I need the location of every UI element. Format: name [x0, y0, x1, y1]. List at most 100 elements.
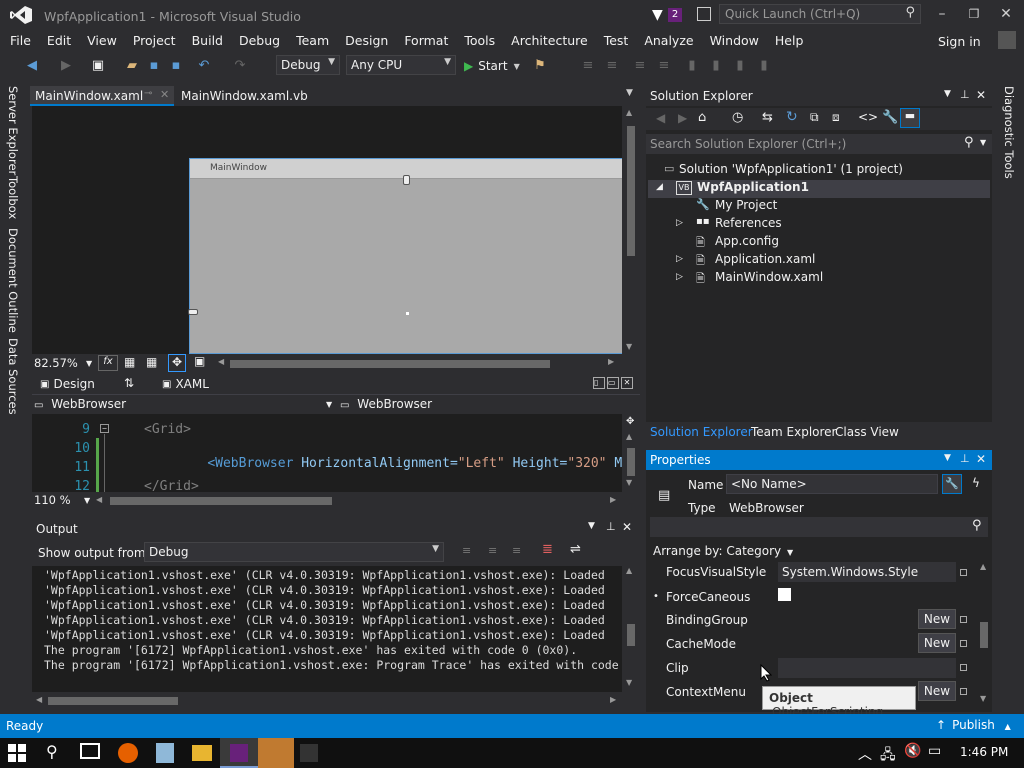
notification-flag-icon[interactable]: ▼	[652, 7, 666, 23]
output-hscroll[interactable]: ◀ ▶	[32, 692, 622, 710]
menu-tools[interactable]: Tools	[456, 30, 503, 48]
menu-help[interactable]: Help	[767, 30, 812, 48]
step-over-icon[interactable]: ≡	[604, 57, 620, 73]
browser-link-icon[interactable]: ⚑	[532, 57, 548, 73]
properties-search-input[interactable]: ⚲	[650, 517, 988, 537]
split-editor-icon[interactable]: ✥	[626, 416, 634, 427]
advanced-options-marker[interactable]	[960, 616, 967, 623]
diagnostic-tools-tab[interactable]: Diagnostic Tools	[1002, 86, 1016, 179]
start-windows-icon[interactable]	[8, 744, 26, 762]
design-surface[interactable]: MainWindow	[32, 106, 622, 354]
snap-lines-icon[interactable]: ✥	[168, 354, 186, 372]
hscroll-left-icon[interactable]: ◀	[96, 495, 102, 504]
configuration-dropdown[interactable]: Debug ▼	[276, 55, 340, 75]
properties-wrench-icon[interactable]: 🔧	[882, 110, 898, 125]
scroll-thumb[interactable]	[48, 697, 178, 705]
scroll-thumb[interactable]	[627, 126, 635, 256]
network-icon[interactable]: 🖧	[880, 744, 896, 768]
preview-selected-icon[interactable]: ▬	[900, 108, 920, 128]
save-all-icon[interactable]: ▪	[168, 57, 184, 73]
tab-xaml[interactable]: ▣ XAML	[162, 376, 209, 392]
maximize-button[interactable]: ❐	[962, 4, 986, 24]
menu-build[interactable]: Build	[184, 30, 231, 48]
close-icon[interactable]: ✕	[160, 88, 169, 101]
resize-handle-top[interactable]	[403, 175, 410, 185]
back-icon[interactable]: ◀	[656, 111, 665, 125]
app-task-icon[interactable]	[258, 738, 294, 768]
bookmark-icon[interactable]: ▮	[684, 57, 700, 73]
home-icon[interactable]: ⌂	[698, 110, 706, 125]
output-menu-icon[interactable]: ▼	[588, 521, 595, 531]
device-icon[interactable]: ▣	[194, 354, 205, 368]
tree-project[interactable]: ◢ VB WpfApplication1	[648, 180, 990, 198]
tab-overflow-icon[interactable]: ▼	[626, 88, 633, 98]
tab-solution-explorer[interactable]: Solution Explorer	[650, 425, 753, 439]
tray-chevron-icon[interactable]: ︿	[858, 744, 872, 764]
menu-test[interactable]: Test	[596, 30, 637, 48]
properties-vscroll[interactable]: ▲ ▼	[976, 562, 992, 706]
code-vscroll[interactable]: ✥ ▲ ▼	[622, 414, 640, 492]
pin-icon[interactable]: ⊥	[960, 88, 970, 101]
server-explorer-tab[interactable]: Server Explorer	[6, 86, 20, 175]
menu-team[interactable]: Team	[288, 30, 337, 48]
output-close-icon[interactable]: ✕	[622, 520, 632, 534]
events-view-icon[interactable]: ϟ	[966, 474, 986, 494]
feedback-icon[interactable]	[697, 7, 711, 21]
bookmark-next-icon[interactable]: ▮	[732, 57, 748, 73]
scroll-thumb[interactable]	[980, 622, 988, 648]
code-hscroll-thumb[interactable]	[110, 497, 332, 505]
code-editor[interactable]: 9 10 11 12 − <Grid> <WebBrowser Horizont…	[32, 414, 622, 492]
new-project-icon[interactable]: ▣	[90, 57, 106, 73]
scroll-thumb[interactable]	[627, 448, 635, 476]
collapse-region-icon[interactable]: −	[100, 424, 109, 433]
pin-icon[interactable]: ⊸	[144, 88, 152, 99]
designer-hscroll-thumb[interactable]	[230, 360, 550, 368]
sign-in-link[interactable]: Sign in	[938, 34, 981, 49]
prop-bindinggroup-new-button[interactable]: New	[918, 609, 956, 629]
pending-changes-icon[interactable]: ◷	[732, 110, 743, 125]
uncomment-icon[interactable]: ≡	[656, 57, 672, 73]
menu-edit[interactable]: Edit	[39, 30, 79, 48]
zoom-dropdown[interactable]: 82.57% ▼	[34, 356, 94, 372]
close-icon[interactable]: ✕	[976, 452, 986, 466]
snap-grid-icon[interactable]: ▦	[146, 355, 157, 369]
bookmark-prev-icon[interactable]: ▮	[708, 57, 724, 73]
account-avatar-icon[interactable]	[998, 31, 1016, 49]
collapse-all-icon[interactable]: ⧉	[810, 110, 819, 125]
bookmark-clear-icon[interactable]: ▮	[756, 57, 772, 73]
vs-second-icon[interactable]	[300, 744, 318, 762]
file-explorer-icon[interactable]	[192, 745, 212, 761]
volume-icon[interactable]: 🔇	[904, 743, 921, 759]
hscroll-right-icon[interactable]: ▶	[608, 357, 614, 366]
pin-icon[interactable]: ⊥	[960, 452, 970, 465]
task-view-icon[interactable]	[80, 743, 100, 759]
word-wrap-icon[interactable]: ⇌	[570, 542, 581, 557]
swap-panes-icon[interactable]: ⇅	[124, 376, 134, 390]
vertical-split-icon[interactable]: ▯	[593, 377, 605, 389]
save-icon[interactable]: ▪	[146, 57, 162, 73]
grid-icon[interactable]: ▦	[124, 355, 135, 369]
output-vscroll[interactable]: ▲ ▼	[622, 566, 640, 692]
view-code-icon[interactable]: <>	[858, 110, 878, 124]
toolbox-tab[interactable]: Toolbox	[6, 176, 20, 219]
menu-debug[interactable]: Debug	[231, 30, 288, 48]
formula-icon[interactable]: fx	[98, 355, 118, 371]
menu-architecture[interactable]: Architecture	[503, 30, 596, 48]
step-icon[interactable]: ≡	[580, 57, 596, 73]
collapsed-arrow-icon[interactable]: ▷	[676, 272, 683, 282]
member-dropdown[interactable]: ▭ WebBrowser	[340, 397, 636, 413]
menu-window[interactable]: Window	[702, 30, 767, 48]
menu-file[interactable]: File	[2, 30, 39, 48]
prop-forcecaneous-checkbox[interactable]	[778, 588, 791, 601]
taskbar-search-icon[interactable]: ⚲	[46, 742, 58, 761]
prop-focusvisualstyle-value[interactable]: System.Windows.Style	[778, 562, 956, 582]
expanded-arrow-icon[interactable]: ◢	[656, 182, 663, 192]
next-message-icon[interactable]: ≡	[512, 544, 521, 557]
type-dropdown[interactable]: ▭ WebBrowser ▼	[34, 397, 334, 413]
platform-dropdown[interactable]: Any CPU ▼	[346, 55, 456, 75]
wpf-window-preview[interactable]: MainWindow	[188, 158, 622, 354]
open-file-icon[interactable]: ▰	[124, 57, 140, 73]
output-pin-icon[interactable]: ⊥	[606, 520, 616, 533]
forward-icon[interactable]: ▶	[678, 111, 687, 125]
close-icon[interactable]: ✕	[976, 88, 986, 102]
